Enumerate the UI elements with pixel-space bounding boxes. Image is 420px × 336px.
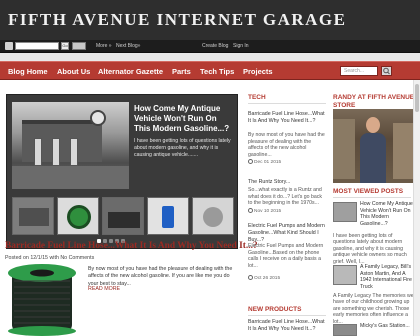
blogger-navbar: Go More » Next Blog» Create Blog Sign In (0, 40, 420, 53)
slide-photo[interactable] (12, 102, 129, 189)
nav-item-tech-tips[interactable]: Tech Tips (200, 67, 234, 76)
popular-post-thumbnail[interactable] (333, 265, 357, 285)
gas-pump-icon (34, 138, 42, 166)
tech-post-title[interactable]: Barricade Fuel Line Hose...What It Is An… (248, 111, 325, 125)
slide-text: I have been getting lots of questions la… (134, 138, 231, 158)
clock-icon (248, 275, 253, 280)
new-product-title[interactable]: Barricade Fuel Line Hose...What It Is An… (248, 319, 325, 333)
photo-ground (12, 166, 129, 189)
blogger-logo-icon[interactable] (5, 42, 13, 50)
thumb-gas-station[interactable] (12, 197, 54, 235)
slide-thumbnails (12, 197, 234, 235)
navbar-more-link[interactable]: More » (96, 43, 112, 49)
tech-post-excerpt: So...what exactly is a Runtz and what do… (248, 187, 322, 207)
scrollbar-thumb[interactable] (415, 84, 419, 112)
navbar-search-input[interactable] (15, 42, 59, 50)
content-area: How Come My Antique Vehicle Won't Run On… (0, 80, 420, 336)
nav-item-alternator-gazette[interactable]: Alternator Gazette (98, 67, 163, 76)
popular-post[interactable]: A Family Legacy, Bill's Aston Martin, An… (333, 264, 415, 292)
search-icon[interactable] (381, 66, 392, 76)
site-title[interactable]: FIFTH AVENUE INTERNET GARAGE (8, 10, 346, 30)
article-meta: Posted on 12/1/15 with No Comments (5, 255, 95, 261)
tech-post-title[interactable]: Electric Fuel Pumps and Modern Gasoline.… (248, 223, 325, 243)
popular-post-title[interactable]: A Family Legacy, Bill's Aston Martin, An… (360, 264, 415, 290)
tech-post-date: Dec 01 2015 (248, 159, 281, 165)
featured-slider[interactable]: How Come My Antique Vehicle Won't Run On… (6, 94, 238, 249)
navbar-go-button[interactable]: Go (61, 42, 69, 50)
tech-post-excerpt: Electric Fuel Pumps and Modern Gasoline.… (248, 243, 324, 269)
article-excerpt: By now most of you have had the pleasure… (88, 266, 233, 287)
thumb-alternator[interactable] (192, 197, 234, 235)
photo-person (360, 133, 386, 183)
photo-person-head (366, 117, 380, 133)
thumb-engine[interactable] (102, 197, 144, 235)
tech-heading: TECH (248, 94, 266, 101)
nav-search-input[interactable]: Search... (340, 66, 378, 76)
read-more-link[interactable]: Read More (88, 286, 120, 292)
new-products-heading: NEW PRODUCTS (248, 306, 302, 313)
slide-title[interactable]: How Come My Antique Vehicle Won't Run On… (134, 104, 234, 134)
nav-item-about-us[interactable]: About Us (57, 67, 90, 76)
thumb-fuel-pump[interactable] (147, 197, 189, 235)
clock-icon (248, 208, 253, 213)
popular-post-title[interactable]: How Come My Antique Vehicle Won't Run On… (360, 201, 415, 227)
popular-post[interactable]: How Come My Antique Vehicle Won't Run On… (333, 201, 415, 229)
nav-item-parts[interactable]: Parts (172, 67, 191, 76)
gas-pump-icon (52, 138, 60, 166)
navbar-share-button[interactable] (72, 42, 86, 50)
navbar-sign-in-link[interactable]: Sign In (233, 43, 249, 49)
nav-item-blog-home[interactable]: Blog Home (8, 67, 48, 76)
popular-post-excerpt: I have been getting lots of questions la… (333, 233, 407, 265)
tech-post-date: Nov 10 2015 (248, 208, 281, 214)
randy-store-photo[interactable] (333, 109, 415, 183)
navbar-create-blog-link[interactable]: Create Blog (202, 43, 228, 49)
photo-shelf (333, 119, 355, 179)
nav-item-projects[interactable]: Projects (243, 67, 273, 76)
navbar-next-blog-link[interactable]: Next Blog» (116, 43, 140, 49)
popular-post-thumbnail[interactable] (333, 324, 357, 336)
popular-post-thumbnail[interactable] (333, 202, 357, 222)
tech-post-title[interactable]: The Runtz Story... (248, 179, 325, 186)
popular-post-excerpt: A Family Legacy The memories we have of … (333, 293, 414, 325)
divider (248, 315, 326, 316)
station-sign-icon (90, 110, 106, 126)
popular-post-title[interactable]: Micky's Gas Station... (360, 323, 415, 330)
tech-post-excerpt: By now most of you have had the pleasure… (248, 132, 325, 158)
photo-shelf (393, 123, 415, 179)
main-nav: Blog Home About Us Alternator Gazette Pa… (0, 61, 420, 80)
most-viewed-heading: MOST VIEWED POSTS (333, 188, 404, 195)
divider (248, 103, 326, 104)
site-header: FIFTH AVENUE INTERNET GARAGE (0, 0, 420, 40)
vertical-scrollbar[interactable] (413, 80, 420, 336)
fuel-hose-spool-image[interactable] (6, 263, 78, 336)
randy-heading: RANDY AT FIFTH AVENUE STORE (333, 94, 415, 109)
tech-post-date: Oct 26 2015 (248, 275, 280, 281)
divider (333, 197, 411, 198)
article-title[interactable]: Barricade Fuel Line Hose...What It Is An… (5, 241, 258, 251)
thumb-fuel-hose[interactable] (57, 197, 99, 235)
popular-post[interactable]: Micky's Gas Station... (333, 323, 415, 336)
clock-icon (248, 159, 253, 164)
gas-pump-icon (70, 138, 78, 166)
